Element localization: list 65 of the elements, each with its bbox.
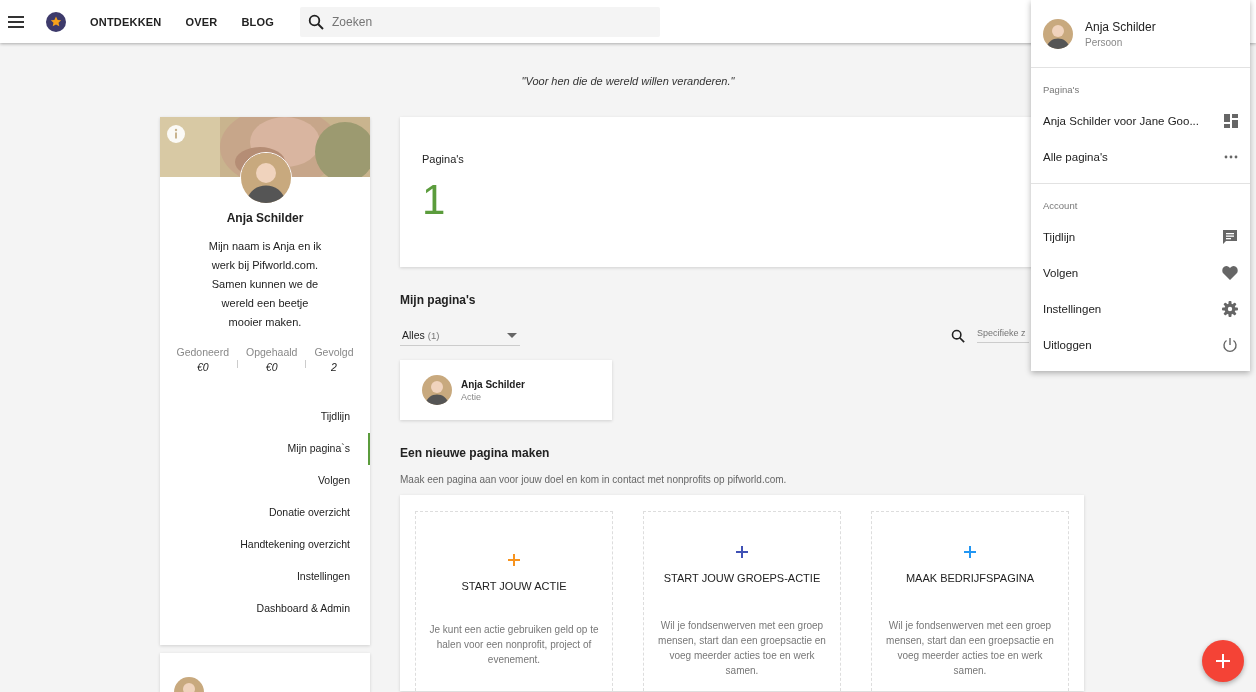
profile-name: Anja Schilder <box>225 211 305 225</box>
settings-icon <box>1222 301 1238 317</box>
tile-title: START JOUW GROEPS-ACTIE <box>663 572 821 584</box>
tile-description: Wil je fondsenwerven met een groep mensen, start dan een groepsactie en voeg meerder acties toe en werk samen. <box>885 619 1055 678</box>
stat-value: €0 <box>264 361 279 373</box>
stat-label: Opgehaald <box>246 346 298 358</box>
menu-item[interactable]: Tijdlijn <box>1031 219 1250 255</box>
stat-label: Gevolgd <box>314 346 354 358</box>
page-name: Anja Schilder <box>461 378 525 390</box>
section-title: Mijn pagina's <box>400 293 477 307</box>
chat-icon <box>1222 229 1238 245</box>
tile-title: MAAK BEDRIJFSPAGINA <box>905 572 1035 584</box>
menu-section-title: Pagina's <box>1042 83 1081 97</box>
stat-value: 2 <box>330 361 338 373</box>
sidebar-item[interactable]: Tijdlijn <box>160 401 370 433</box>
user-role: Persoon <box>1085 36 1124 48</box>
sidebar-item[interactable]: Donatie overzicht <box>160 497 370 529</box>
menu-item[interactable]: Alle pagina's <box>1031 139 1250 175</box>
plus-icon <box>1216 654 1230 668</box>
create-tile[interactable]: START JOUW ACTIE Je kunt een actie gebruiken geld op te halen voor een nonprofit, project of evenement. <box>415 511 613 691</box>
sidebar-item[interactable]: Handtekening overzicht <box>160 529 370 561</box>
stat-label: Gedoneerd <box>176 346 229 358</box>
avatar <box>1043 18 1073 49</box>
menu-item[interactable]: Instellingen <box>1031 291 1250 327</box>
more-icon <box>1224 155 1238 159</box>
create-tile[interactable]: MAAK BEDRIJFSPAGINA Wil je fondsenwerven met een groep mensen, start dan een groepsactie en voeg meerder acties toe en werk samen. <box>871 511 1069 691</box>
avatar <box>240 152 292 204</box>
sidebar-item[interactable]: Volgen <box>160 465 370 497</box>
section-intro: Maak een pagina aan voor jouw doel en kom in contact met nonprofits op pifworld.com. <box>400 474 788 485</box>
menu-icon[interactable] <box>8 15 24 28</box>
search-icon <box>308 13 325 30</box>
caret-icon <box>507 332 517 338</box>
nav-link[interactable]: OVER <box>173 15 230 28</box>
avatar <box>422 375 452 405</box>
menu-item[interactable]: Volgen <box>1031 255 1250 291</box>
search-field[interactable]: Zoeken <box>300 6 661 37</box>
tile-description: Je kunt een actie gebruiken geld op te halen voor een nonprofit, project of evenement. <box>428 623 600 667</box>
stat-value: 1 <box>422 179 446 221</box>
tagline: "Voor hen die de wereld willen veranderen." <box>520 75 736 87</box>
stat-value: €0 <box>195 361 210 373</box>
sidebar-item[interactable]: Dashboard & Admin <box>160 593 370 625</box>
stat-label: Pagina's <box>422 153 464 165</box>
menu-item[interactable]: Uitloggen <box>1031 327 1250 363</box>
filter-dropdown[interactable]: Alles (1) <box>400 325 520 346</box>
page-card[interactable]: Anja Schilder Actie <box>400 360 612 420</box>
sidebar-item[interactable]: Instellingen <box>160 561 370 593</box>
power-icon <box>1222 337 1238 353</box>
page-type: Actie <box>461 391 482 402</box>
heart-icon <box>1222 266 1238 280</box>
tile-title: START JOUW ACTIE <box>461 580 567 592</box>
user-name: Anja Schilder <box>1085 19 1156 34</box>
nav-link[interactable]: BLOG <box>229 15 287 28</box>
section-title: Een nieuwe pagina maken <box>400 446 551 460</box>
star-logo-icon[interactable] <box>46 11 66 32</box>
profile-bio: Mijn naam is Anja en ik werk bij Pifworld.com. Samen kunnen we de wereld een beetje mooier maken. <box>207 239 323 330</box>
dashboard-icon <box>1224 114 1238 128</box>
nav-link[interactable]: ONTDEKKEN <box>78 15 174 28</box>
menu-section-title: Account <box>1042 199 1079 213</box>
add-button[interactable] <box>1202 640 1244 682</box>
create-tile[interactable]: START JOUW GROEPS-ACTIE Wil je fondsenwerven met een groep mensen, start dan een groepsactie en voeg meerder acties toe en werk samen. <box>643 511 841 691</box>
search-icon[interactable] <box>951 328 965 343</box>
sidebar-item[interactable]: Mijn pagina`s <box>160 433 370 465</box>
search-field[interactable]: Specifieke z <box>977 328 1029 343</box>
menu-item[interactable]: Anja Schilder voor Jane Goo... <box>1031 103 1250 139</box>
tile-description: Wil je fondsenwerven met een groep mensen, start dan een groepsactie en voeg meerder acties toe en werk samen. <box>657 619 827 678</box>
